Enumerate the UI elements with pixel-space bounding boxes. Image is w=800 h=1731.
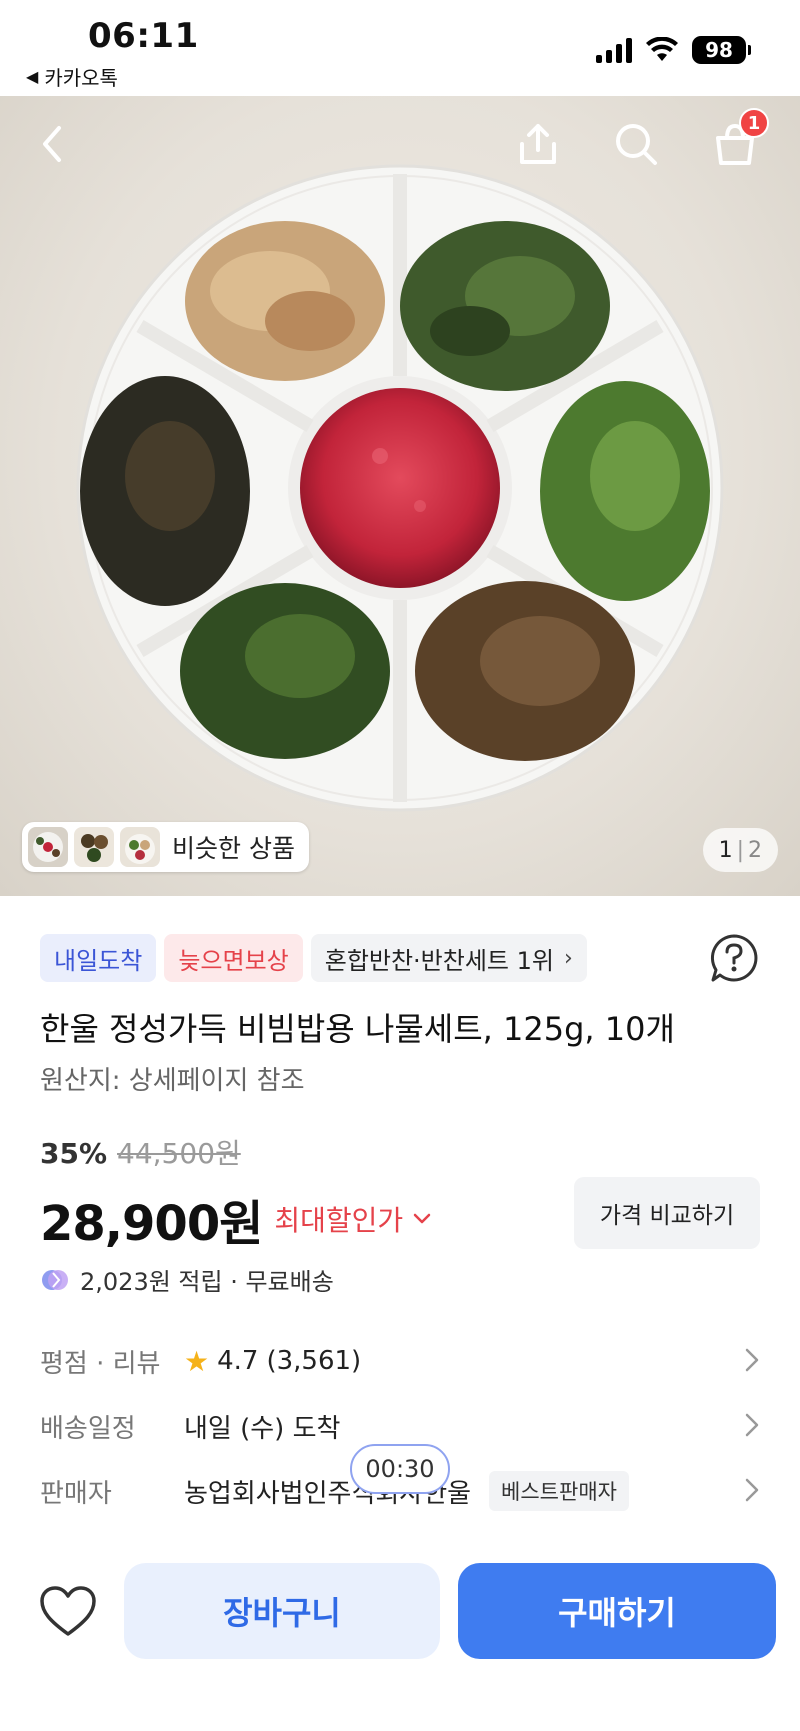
add-to-cart-button[interactable]: 장바구니 <box>124 1563 440 1659</box>
pager-current: 1 <box>718 837 733 863</box>
star-icon: ★ <box>184 1344 210 1378</box>
max-discount-dropdown[interactable]: 최대할인가 <box>274 1199 431 1239</box>
rating-score: 4.7 <box>217 1346 259 1376</box>
product-image-gallery[interactable]: 1 비슷한 상품 1 | 2 <box>0 96 800 896</box>
similar-thumb-3 <box>120 827 160 867</box>
share-icon <box>520 124 556 164</box>
points-coin-icon <box>42 1269 68 1290</box>
sale-price: 28,900원 <box>40 1196 263 1252</box>
buy-now-button[interactable]: 구매하기 <box>458 1563 776 1659</box>
question-bubble-icon[interactable] <box>708 932 760 984</box>
rating-review-row[interactable]: 평점 · 리뷰 ★ 4.7 (3,561) <box>40 1336 760 1386</box>
max-discount-label: 최대할인가 <box>274 1204 404 1237</box>
battery-indicator: 98 <box>692 36 751 64</box>
image-pager: 1 | 2 <box>702 828 778 872</box>
chevron-right-icon <box>745 1413 759 1437</box>
delivery-label: 배송일정 <box>40 1413 136 1444</box>
similar-thumb-2 <box>74 827 114 867</box>
cart-button[interactable]: 1 <box>709 108 769 170</box>
image-top-nav: 1 <box>0 96 800 192</box>
badge-next-day: 내일도착 <box>40 934 157 982</box>
cellular-signal-icon <box>596 37 632 63</box>
rating-value: ★ 4.7 (3,561) <box>184 1345 361 1378</box>
points-row: 2,023원 적립 · 무료배송 <box>40 1262 334 1297</box>
pager-total: 2 <box>748 837 762 863</box>
chevron-down-icon <box>413 1213 431 1224</box>
points-text: 2,023원 적립 · 무료배송 <box>80 1268 334 1296</box>
wifi-icon <box>646 37 678 61</box>
rating-label: 평점 · 리뷰 <box>40 1348 161 1379</box>
delivery-value: 내일 (수) 도착 <box>184 1413 341 1444</box>
status-indicators: 98 <box>596 36 751 64</box>
product-origin: 원산지: 상세페이지 참조 <box>40 1066 305 1096</box>
chevron-left-icon <box>43 126 61 162</box>
badge-late-compensation: 늦으면보상 <box>164 934 303 982</box>
cart-count-badge: 1 <box>739 108 769 138</box>
price-row: 28,900원 최대할인가 <box>40 1184 431 1254</box>
review-count: (3,561) <box>266 1346 362 1376</box>
heart-icon[interactable] <box>38 1582 98 1642</box>
back-button[interactable] <box>26 118 78 170</box>
original-price: 44,500원 <box>117 1137 241 1170</box>
search-icon <box>616 124 657 165</box>
best-seller-badge: 베스트판매자 <box>489 1471 629 1511</box>
price-compare-button[interactable]: 가격 비교하기 <box>574 1177 760 1249</box>
similar-products-label: 비슷한 상품 <box>172 834 295 863</box>
share-button[interactable] <box>512 118 564 170</box>
status-bar: 06:11 ◀ 카카오톡 98 <box>0 0 800 96</box>
discount-row: 35% 44,500원 <box>40 1132 241 1172</box>
product-photo <box>76 164 724 812</box>
similar-thumb-1 <box>28 827 68 867</box>
timer-bubble: 00:30 <box>350 1444 450 1494</box>
seller-label: 판매자 <box>40 1478 112 1509</box>
search-button[interactable] <box>610 118 662 170</box>
product-title: 한울 정성가득 비빔밥용 나물세트, 125g, 10개 <box>40 1010 675 1048</box>
similar-products-button[interactable]: 비슷한 상품 <box>22 822 309 872</box>
chevron-right-icon: › <box>563 945 573 971</box>
status-time: 06:11 <box>88 16 199 56</box>
pager-separator: | <box>736 837 744 863</box>
chevron-right-icon <box>745 1348 759 1372</box>
back-app-label: 카카오톡 <box>44 66 118 90</box>
discount-rate: 35% <box>40 1137 108 1170</box>
back-triangle-icon: ◀ <box>26 67 39 86</box>
badge-category-rank[interactable]: 혼합반찬·반찬세트 1위 › <box>310 934 587 982</box>
badge-label: 늦으면보상 <box>178 946 289 975</box>
bottom-action-bar: 장바구니 구매하기 <box>0 1540 800 1731</box>
badge-label: 혼합반찬·반찬세트 1위 <box>324 946 554 975</box>
product-badges: 내일도착 늦으면보상 혼합반찬·반찬세트 1위 › <box>40 934 587 982</box>
badge-label: 내일도착 <box>54 946 143 975</box>
chevron-right-icon <box>745 1478 759 1502</box>
back-to-app-link[interactable]: ◀ 카카오톡 <box>26 62 118 91</box>
